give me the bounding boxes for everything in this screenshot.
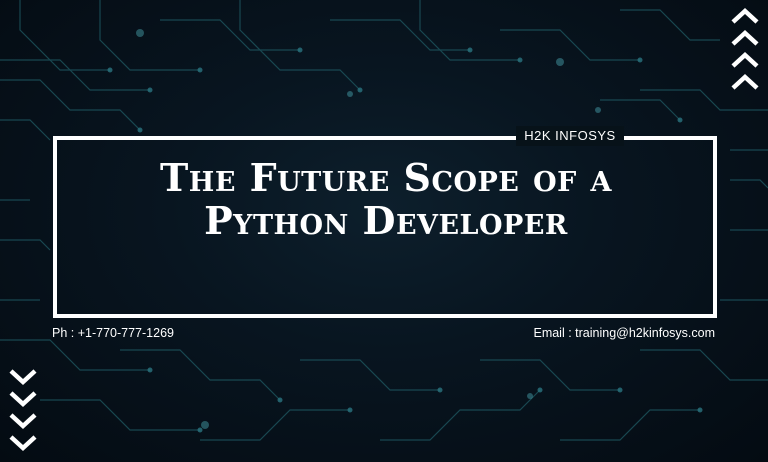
title-line-2: Python Developer [204, 198, 568, 243]
chevron-up-stack-icon [731, 7, 759, 90]
promo-banner: H2K INFOSYS The Future Scope of a Python… [0, 0, 768, 462]
chevron-down-stack-icon [9, 369, 37, 452]
page-title: The Future Scope of a Python Developer [58, 156, 714, 242]
title-line-1: The Future Scope of a [160, 155, 612, 200]
phone-contact: Ph : +1-770-777-1269 [52, 326, 174, 340]
brand-label: H2K INFOSYS [516, 126, 624, 146]
email-contact: Email : training@h2kinfosys.com [533, 326, 715, 340]
